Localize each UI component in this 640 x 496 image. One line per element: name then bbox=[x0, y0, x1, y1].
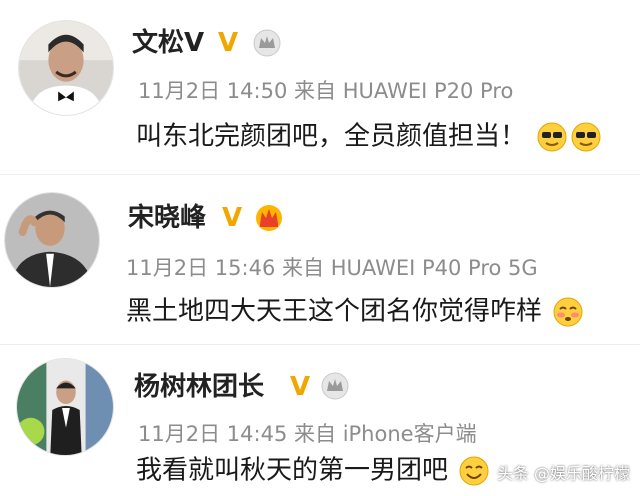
verified-badge-icon: V bbox=[218, 28, 239, 58]
post-date: 11月2日 bbox=[138, 79, 221, 103]
post-time: 14:50 bbox=[226, 79, 288, 103]
username[interactable]: 文松V bbox=[132, 30, 204, 56]
watermark: 头条 @娱乐酸柠檬 bbox=[496, 464, 630, 483]
post-meta: 11月2日 15:46 来自 HUAWEI P40 Pro 5G bbox=[126, 258, 538, 279]
red-crown-icon bbox=[256, 205, 282, 231]
avatar[interactable] bbox=[18, 20, 114, 116]
username[interactable]: 宋晓峰 bbox=[128, 205, 206, 231]
source-prefix: 来自 bbox=[294, 79, 336, 103]
sunglasses-emoji-icon bbox=[571, 122, 601, 152]
post-date: 11月2日 bbox=[138, 422, 221, 446]
device-source[interactable]: HUAWEI P20 Pro bbox=[343, 79, 514, 103]
avatar[interactable] bbox=[16, 358, 114, 456]
comment-text: 黑土地四大天王这个团名你觉得咋样 bbox=[126, 296, 543, 327]
comment-text: 叫东北完颜团吧，全员颜值担当！ bbox=[136, 121, 527, 152]
post-time: 15:46 bbox=[214, 256, 276, 280]
divider bbox=[0, 174, 640, 175]
comment-content: 黑土地四大天王这个团名你觉得咋样 bbox=[126, 296, 584, 328]
crown-icon bbox=[253, 29, 281, 57]
device-source[interactable]: iPhone客户端 bbox=[343, 422, 477, 446]
source-prefix: 来自 bbox=[294, 422, 336, 446]
username[interactable]: 杨树林团长 bbox=[134, 374, 264, 400]
comment-text: 我看就叫秋天的第一男团吧 bbox=[136, 455, 449, 486]
verified-badge-icon: V bbox=[290, 372, 311, 402]
shy-emoji-icon bbox=[553, 297, 583, 327]
device-source[interactable]: HUAWEI P40 Pro 5G bbox=[331, 256, 538, 280]
post-meta: 11月2日 14:45 来自 iPhone客户端 bbox=[138, 424, 477, 445]
avatar[interactable] bbox=[4, 192, 100, 288]
smile-emoji-icon bbox=[459, 456, 489, 486]
post-meta: 11月2日 14:50 来自 HUAWEI P20 Pro bbox=[138, 81, 513, 102]
divider bbox=[0, 344, 640, 345]
post-date: 11月2日 bbox=[126, 256, 209, 280]
post-time: 14:45 bbox=[226, 422, 288, 446]
comment-content: 我看就叫秋天的第一男团吧 bbox=[136, 455, 490, 487]
crown-icon bbox=[321, 372, 349, 400]
comment-content: 叫东北完颜团吧，全员颜值担当！ bbox=[136, 121, 602, 153]
source-prefix: 来自 bbox=[282, 256, 324, 280]
sunglasses-emoji-icon bbox=[537, 122, 567, 152]
verified-badge-icon: V bbox=[222, 203, 243, 233]
